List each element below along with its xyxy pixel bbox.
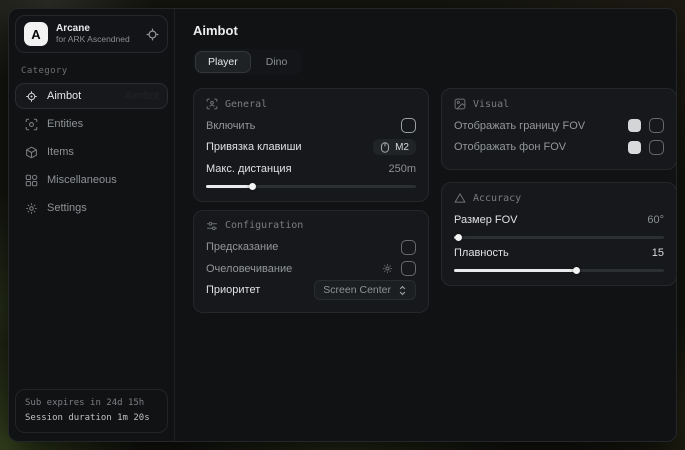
chevron-up-down-icon bbox=[398, 285, 407, 296]
fov-bg-color-swatch[interactable] bbox=[628, 141, 641, 154]
priority-value: Screen Center bbox=[323, 284, 391, 296]
fov-bg-checkbox[interactable] bbox=[649, 140, 664, 155]
card-title: General bbox=[225, 99, 267, 110]
fov-size-label: Размер FOV bbox=[454, 214, 517, 226]
keybind-value: M2 bbox=[395, 142, 409, 153]
box-icon bbox=[25, 146, 38, 159]
configuration-card: Configuration Предсказание Очеловечивани… bbox=[193, 210, 429, 314]
tune-icon bbox=[206, 220, 218, 232]
ghost-text: Aimbot bbox=[125, 90, 159, 102]
enable-checkbox[interactable] bbox=[401, 118, 416, 133]
tab-dino[interactable]: Dino bbox=[253, 51, 301, 73]
slider-handle[interactable] bbox=[455, 234, 462, 241]
slider-handle[interactable] bbox=[249, 183, 256, 190]
distance-label: Макс. дистанция bbox=[206, 163, 292, 175]
gear-icon bbox=[25, 202, 38, 215]
keybind-row: Привязка клавиши M2 bbox=[206, 137, 416, 159]
triangle-icon bbox=[454, 192, 466, 204]
image-icon bbox=[454, 98, 466, 110]
smooth-row: Плавность 15 bbox=[454, 243, 664, 265]
brand-card: A Arcane for ARK Ascendned bbox=[15, 15, 168, 53]
card-title: Configuration bbox=[225, 220, 303, 231]
app-logo: A bbox=[24, 22, 48, 46]
fov-border-label: Отображать границу FOV bbox=[454, 120, 585, 132]
card-title: Visual bbox=[473, 99, 509, 110]
enable-row: Включить bbox=[206, 115, 416, 137]
priority-row: Приоритет Screen Center bbox=[206, 280, 416, 302]
fov-border-checkbox[interactable] bbox=[649, 118, 664, 133]
keybind-button[interactable]: M2 bbox=[373, 139, 416, 155]
scan-icon bbox=[25, 118, 38, 131]
fov-size-slider[interactable] bbox=[454, 234, 664, 241]
sidebar-item-aimbot[interactable]: Aimbot Aimbot bbox=[15, 83, 168, 109]
distance-slider[interactable] bbox=[206, 183, 416, 190]
main-panel: Aimbot Player Dino General bbox=[175, 9, 677, 441]
fov-border-color-swatch[interactable] bbox=[628, 119, 641, 132]
fov-bg-label: Отображать фон FOV bbox=[454, 141, 566, 153]
general-card: General Включить Привязка клавиши bbox=[193, 88, 429, 202]
sidebar-item-label: Miscellaneous bbox=[47, 174, 117, 186]
sidebar-item-label: Settings bbox=[47, 202, 87, 214]
humanize-label: Очеловечивание bbox=[206, 263, 292, 275]
smooth-label: Плавность bbox=[454, 247, 509, 259]
fov-bg-row: Отображать фон FOV bbox=[454, 137, 664, 159]
crosshair-icon bbox=[25, 90, 38, 103]
subscription-info: Sub expires in 24d 15h Session duration … bbox=[15, 389, 168, 433]
distance-value: 250m bbox=[388, 163, 416, 175]
priority-label: Приоритет bbox=[206, 284, 260, 296]
distance-row: Макс. дистанция 250m bbox=[206, 158, 416, 180]
sidebar-item-label: Aimbot bbox=[47, 90, 81, 102]
enable-label: Включить bbox=[206, 120, 255, 132]
sidebar-item-label: Entities bbox=[47, 118, 83, 130]
fov-size-row: Размер FOV 60° bbox=[454, 209, 664, 231]
visual-card: Visual Отображать границу FOV Отображать… bbox=[441, 88, 677, 170]
category-label: Category bbox=[21, 66, 164, 76]
sidebar-item-settings[interactable]: Settings bbox=[15, 195, 168, 221]
locate-icon[interactable] bbox=[146, 28, 159, 41]
app-subtitle: for ARK Ascendned bbox=[56, 35, 138, 45]
slider-handle[interactable] bbox=[573, 267, 580, 274]
sidebar-item-miscellaneous[interactable]: Miscellaneous bbox=[15, 167, 168, 193]
sidebar-item-label: Items bbox=[47, 146, 74, 158]
sidebar: A Arcane for ARK Ascendned Category Aimb… bbox=[9, 9, 175, 441]
focus-icon bbox=[206, 98, 218, 110]
card-title: Accuracy bbox=[473, 193, 521, 204]
tab-group: Player Dino bbox=[193, 49, 302, 75]
fov-border-row: Отображать границу FOV bbox=[454, 115, 664, 137]
humanize-checkbox[interactable] bbox=[401, 261, 416, 276]
humanize-row: Очеловечивание bbox=[206, 258, 416, 280]
grid-icon bbox=[25, 174, 38, 187]
prediction-row: Предсказание bbox=[206, 237, 416, 259]
humanize-settings-gear-icon[interactable] bbox=[382, 263, 393, 274]
page-title: Aimbot bbox=[193, 23, 677, 38]
cheat-menu-window: A Arcane for ARK Ascendned Category Aimb… bbox=[8, 8, 677, 442]
keybind-label: Привязка клавиши bbox=[206, 141, 302, 153]
sub-expiry-text: Sub expires in 24d 15h bbox=[25, 396, 158, 411]
priority-select[interactable]: Screen Center bbox=[314, 280, 416, 300]
sidebar-item-items[interactable]: Items bbox=[15, 139, 168, 165]
accuracy-card: Accuracy Размер FOV 60° Плавность 15 bbox=[441, 182, 677, 286]
fov-size-value: 60° bbox=[647, 214, 664, 226]
prediction-checkbox[interactable] bbox=[401, 240, 416, 255]
smooth-slider[interactable] bbox=[454, 267, 664, 274]
session-duration-text: Session duration 1m 20s bbox=[25, 411, 158, 426]
mouse-icon bbox=[380, 142, 390, 153]
tab-player[interactable]: Player bbox=[195, 51, 251, 73]
prediction-label: Предсказание bbox=[206, 241, 278, 253]
smooth-value: 15 bbox=[652, 247, 664, 259]
sidebar-item-entities[interactable]: Entities bbox=[15, 111, 168, 137]
